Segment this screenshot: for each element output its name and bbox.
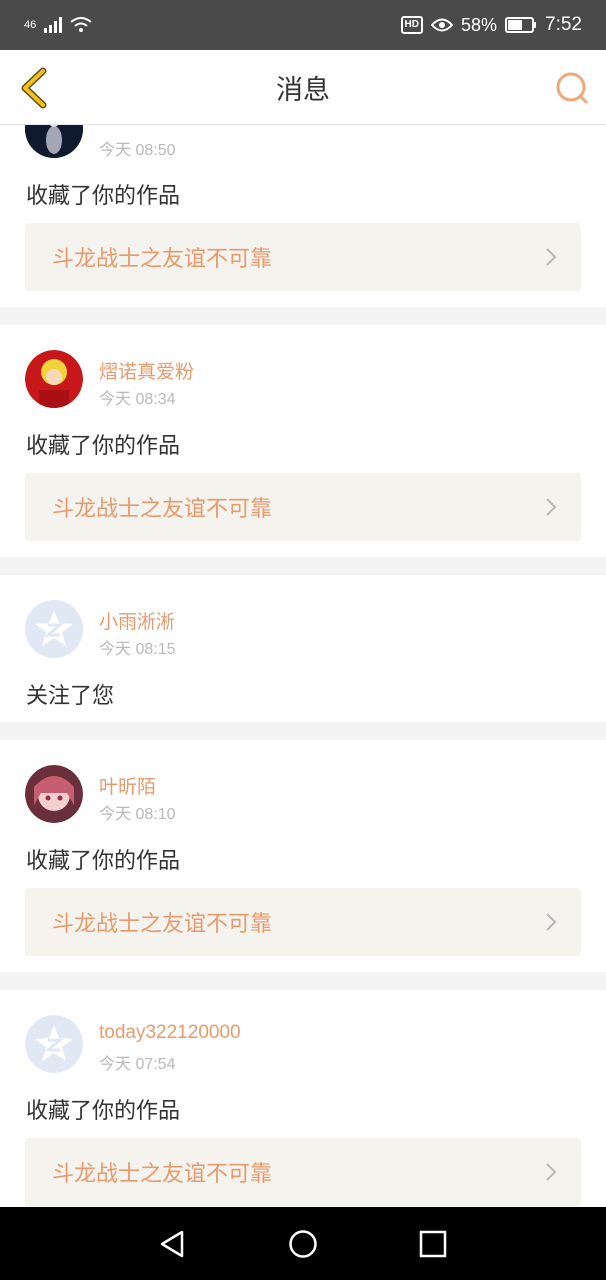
work-title: 斗龙战士之友谊不可靠	[52, 247, 273, 272]
work-title: 斗龙战士之友谊不可靠	[52, 1162, 273, 1187]
message-card: 叶昕陌 今天 08:10 收藏了你的作品 斗龙战士之友谊不可靠	[0, 740, 606, 972]
message-action: 收藏了你的作品	[26, 849, 181, 874]
back-arrow-icon	[21, 67, 47, 109]
work-link[interactable]: 斗龙战士之友谊不可靠	[25, 223, 581, 291]
user-name[interactable]: 叶昕陌	[99, 772, 156, 799]
eye-icon	[430, 18, 453, 32]
work-link[interactable]: 斗龙战士之友谊不可靠	[25, 1138, 581, 1206]
nav-home-icon[interactable]	[288, 1229, 318, 1259]
chevron-right-icon	[546, 498, 557, 516]
message-time: 今天 08:15	[99, 641, 176, 658]
search-button[interactable]	[552, 68, 592, 108]
network-type: 46	[24, 19, 37, 31]
work-link[interactable]: 斗龙战士之友谊不可靠	[25, 473, 581, 541]
status-bar: 46 HD 58% 7:52	[0, 0, 606, 50]
chevron-right-icon	[546, 248, 557, 266]
nav-recents-icon[interactable]	[418, 1229, 448, 1259]
work-title: 斗龙战士之友谊不可靠	[52, 497, 273, 522]
message-card: 小雨淅淅 今天 08:15 关注了您	[0, 575, 606, 722]
avatar[interactable]	[25, 350, 83, 408]
work-title: 斗龙战士之友谊不可靠	[52, 912, 273, 937]
clock: 7:52	[545, 14, 582, 35]
user-name[interactable]: 小雨淅淅	[99, 607, 175, 634]
battery-percent: 58%	[460, 14, 498, 35]
message-card: today322120000 今天 07:54 收藏了你的作品 斗龙战士之友谊不…	[0, 990, 606, 1222]
wifi-icon	[70, 17, 92, 32]
search-icon	[556, 72, 588, 104]
message-card: 熠诺真爱粉 今天 08:34 收藏了你的作品 斗龙战士之友谊不可靠	[0, 325, 606, 557]
hd-badge: HD	[400, 16, 423, 34]
message-action: 关注了您	[26, 684, 115, 709]
message-time: 今天 08:34	[99, 391, 176, 408]
message-time: 今天 07:54	[99, 1056, 176, 1073]
nav-back-icon[interactable]	[158, 1229, 188, 1259]
user-name[interactable]: 熠诺真爱粉	[99, 357, 194, 384]
default-avatar-icon[interactable]	[25, 1015, 83, 1073]
chevron-right-icon	[546, 1163, 557, 1181]
battery-icon	[505, 17, 537, 33]
message-card: 今天 08:50 收藏了你的作品 斗龙战士之友谊不可靠	[0, 100, 606, 307]
message-action: 收藏了你的作品	[26, 434, 181, 459]
avatar[interactable]	[25, 765, 83, 823]
user-name[interactable]: today322120000	[99, 1022, 241, 1044]
message-time: 今天 08:10	[99, 806, 176, 823]
system-nav-bar	[0, 1207, 606, 1280]
work-link[interactable]: 斗龙战士之友谊不可靠	[25, 888, 581, 956]
back-button[interactable]	[14, 66, 54, 110]
message-action: 收藏了你的作品	[26, 1099, 181, 1124]
chevron-right-icon	[546, 913, 557, 931]
app-header: 消息	[0, 50, 606, 125]
page-title: 消息	[276, 74, 330, 106]
message-action: 收藏了你的作品	[26, 184, 181, 209]
message-time: 今天 08:50	[99, 142, 176, 159]
signal-icon	[44, 17, 63, 33]
default-avatar-icon[interactable]	[25, 600, 83, 658]
